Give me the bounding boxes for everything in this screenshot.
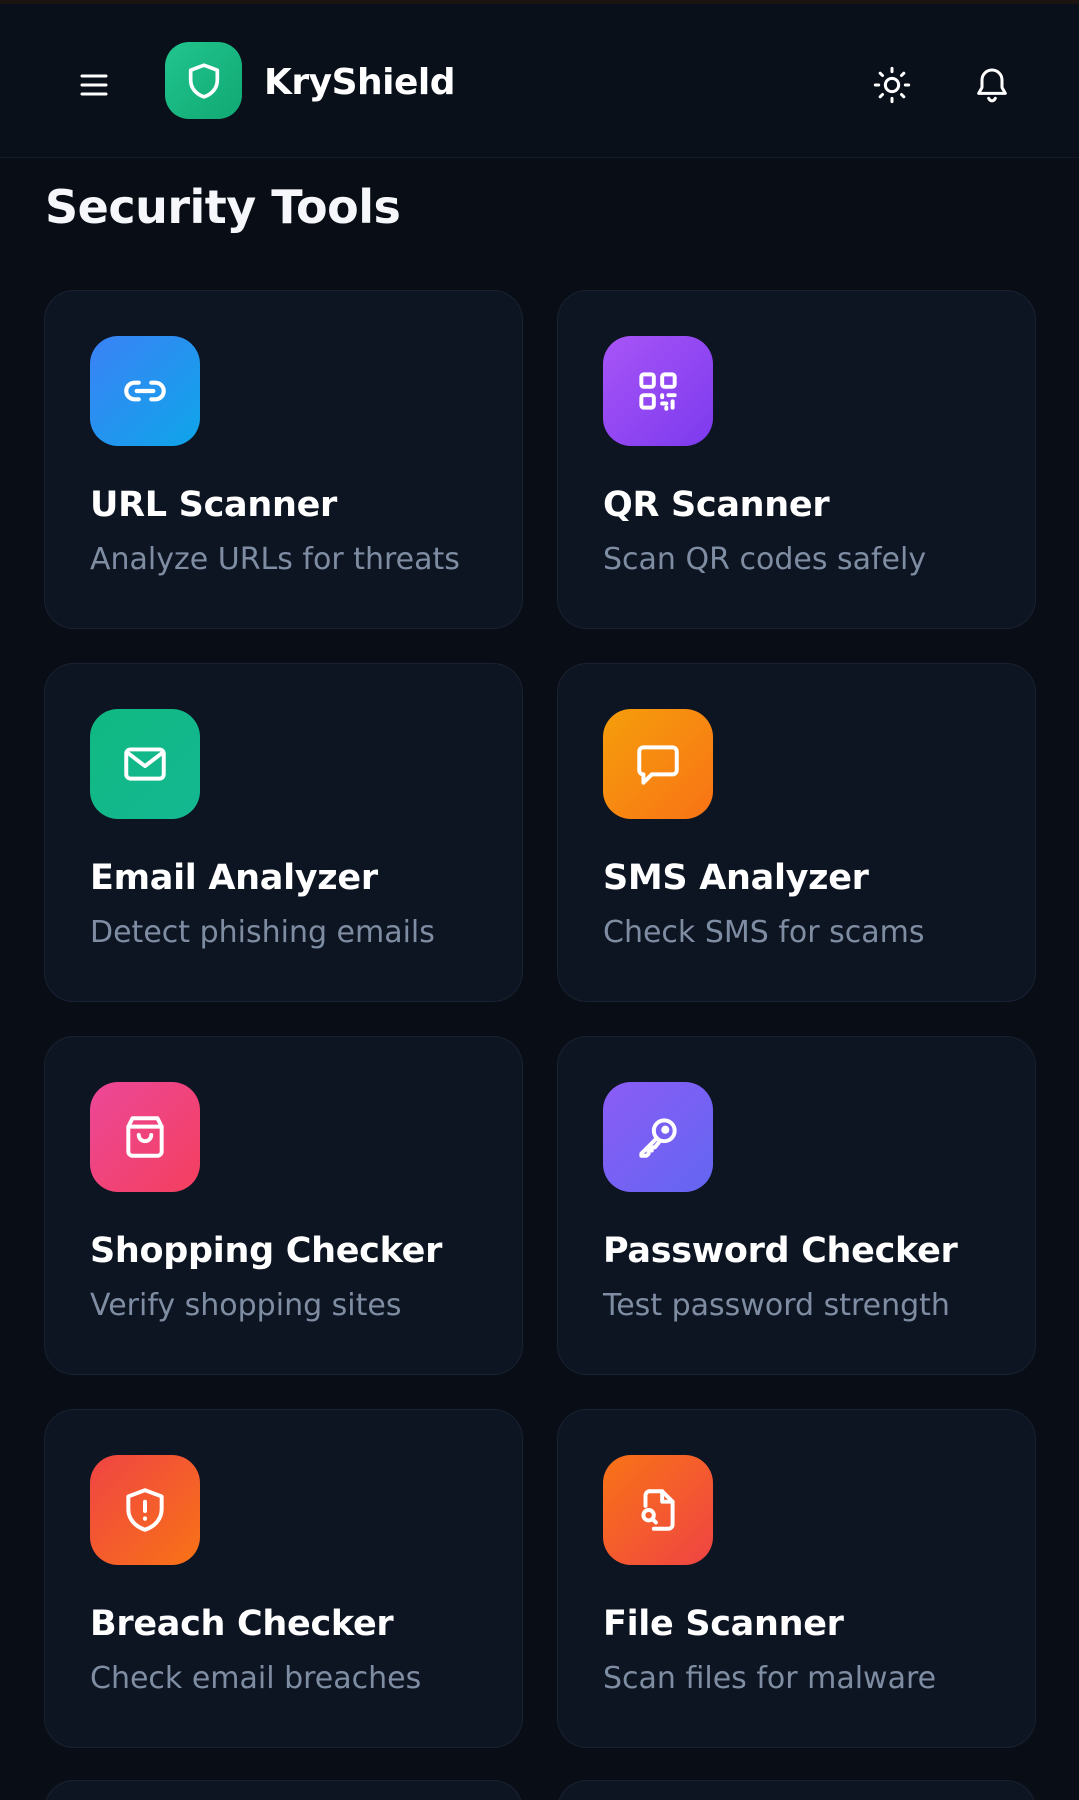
tool-icon-tile	[90, 709, 200, 819]
brand-name: KryShield	[264, 62, 456, 103]
tool-description: Check email breaches	[90, 1661, 422, 1696]
tool-title: SMS Analyzer	[603, 858, 869, 898]
tool-description: Test password strength	[603, 1288, 950, 1323]
tool-card-partial[interactable]	[44, 1780, 523, 1800]
tool-icon-tile	[603, 336, 713, 446]
sun-icon	[872, 65, 912, 105]
tool-card-breach-checker[interactable]: Breach Checker Check email breaches	[44, 1409, 523, 1748]
tool-description: Verify shopping sites	[90, 1288, 402, 1323]
message-icon	[633, 739, 683, 789]
menu-button[interactable]	[70, 61, 118, 109]
tool-description: Scan files for malware	[603, 1661, 937, 1696]
notifications-button[interactable]	[966, 59, 1018, 111]
tool-icon-tile	[90, 1455, 200, 1565]
tool-description: Scan QR codes safely	[603, 542, 927, 577]
tool-title: URL Scanner	[90, 485, 337, 525]
file-search-icon	[633, 1485, 683, 1535]
app-screen: KryShield Security Tools URL Scanner Ana…	[0, 0, 1079, 1800]
page-title: Security Tools	[45, 180, 401, 234]
shopping-bag-icon	[120, 1112, 170, 1162]
tools-grid: URL Scanner Analyze URLs for threats QR …	[44, 290, 1036, 1748]
key-icon	[633, 1112, 683, 1162]
app-header: KryShield	[0, 4, 1079, 158]
tool-card-url-scanner[interactable]: URL Scanner Analyze URLs for threats	[44, 290, 523, 629]
tool-card-partial[interactable]	[557, 1780, 1036, 1800]
shield-alert-icon	[120, 1485, 170, 1535]
tool-card-shopping-checker[interactable]: Shopping Checker Verify shopping sites	[44, 1036, 523, 1375]
tool-title: Shopping Checker	[90, 1231, 443, 1271]
theme-toggle-button[interactable]	[866, 59, 918, 111]
app-logo	[165, 42, 242, 119]
tool-icon-tile	[90, 1082, 200, 1192]
tool-description: Check SMS for scams	[603, 915, 925, 950]
tool-description: Analyze URLs for threats	[90, 542, 460, 577]
tool-card-qr-scanner[interactable]: QR Scanner Scan QR codes safely	[557, 290, 1036, 629]
hamburger-menu-icon	[76, 67, 112, 103]
tool-title: File Scanner	[603, 1604, 844, 1644]
tool-title: Breach Checker	[90, 1604, 394, 1644]
tool-title: Email Analyzer	[90, 858, 378, 898]
qr-code-icon	[633, 366, 683, 416]
tool-icon-tile	[603, 1455, 713, 1565]
tool-title: Password Checker	[603, 1231, 958, 1271]
tool-icon-tile	[90, 336, 200, 446]
tool-icon-tile	[603, 1082, 713, 1192]
tool-card-email-analyzer[interactable]: Email Analyzer Detect phishing emails	[44, 663, 523, 1002]
tool-title: QR Scanner	[603, 485, 830, 525]
tool-card-password-checker[interactable]: Password Checker Test password strength	[557, 1036, 1036, 1375]
tool-card-file-scanner[interactable]: File Scanner Scan files for malware	[557, 1409, 1036, 1748]
bell-icon	[972, 65, 1012, 105]
link-icon	[120, 366, 170, 416]
next-tools-row	[44, 1780, 1036, 1800]
tool-card-sms-analyzer[interactable]: SMS Analyzer Check SMS for scams	[557, 663, 1036, 1002]
tool-description: Detect phishing emails	[90, 915, 435, 950]
shield-icon	[184, 61, 224, 101]
tool-icon-tile	[603, 709, 713, 819]
mail-icon	[120, 739, 170, 789]
